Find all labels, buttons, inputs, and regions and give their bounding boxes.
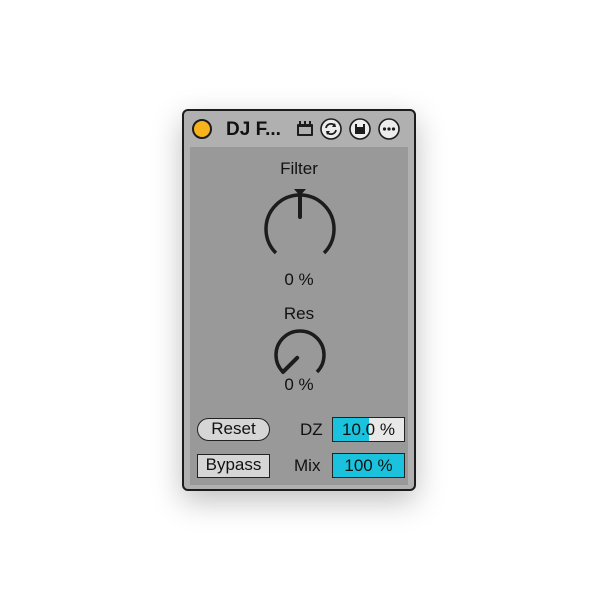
device-title: DJ F... — [226, 119, 281, 140]
device-window: DJ F... Filter 0 % Res 0 % Reset DZ 10.0… — [182, 109, 416, 491]
filter-label: Filter — [280, 159, 318, 178]
more-icon[interactable] — [378, 118, 400, 140]
save-preset-icon[interactable] — [294, 118, 316, 140]
res-knob[interactable] — [272, 325, 328, 381]
mix-label: Mix — [294, 456, 321, 475]
hot-swap-icon[interactable] — [320, 118, 342, 140]
bypass-button[interactable]: Bypass — [197, 454, 270, 478]
device-panel: Filter 0 % Res 0 % Reset DZ 10.0 % Bypas… — [190, 147, 408, 485]
dz-value: 10.0 % — [342, 420, 395, 439]
filter-value: 0 % — [284, 270, 314, 289]
device-power-toggle[interactable] — [192, 119, 212, 139]
filter-knob[interactable] — [262, 187, 338, 263]
mix-value: 100 % — [344, 456, 393, 475]
save-icon[interactable] — [349, 118, 371, 140]
res-label: Res — [283, 304, 315, 323]
reset-button[interactable]: Reset — [197, 418, 270, 441]
dz-label: DZ — [300, 420, 323, 439]
res-value: 0 % — [284, 375, 314, 394]
mix-number-box[interactable]: 100 % — [332, 453, 405, 478]
title-bar: DJ F... — [184, 111, 414, 147]
dz-number-box[interactable]: 10.0 % — [332, 417, 405, 442]
